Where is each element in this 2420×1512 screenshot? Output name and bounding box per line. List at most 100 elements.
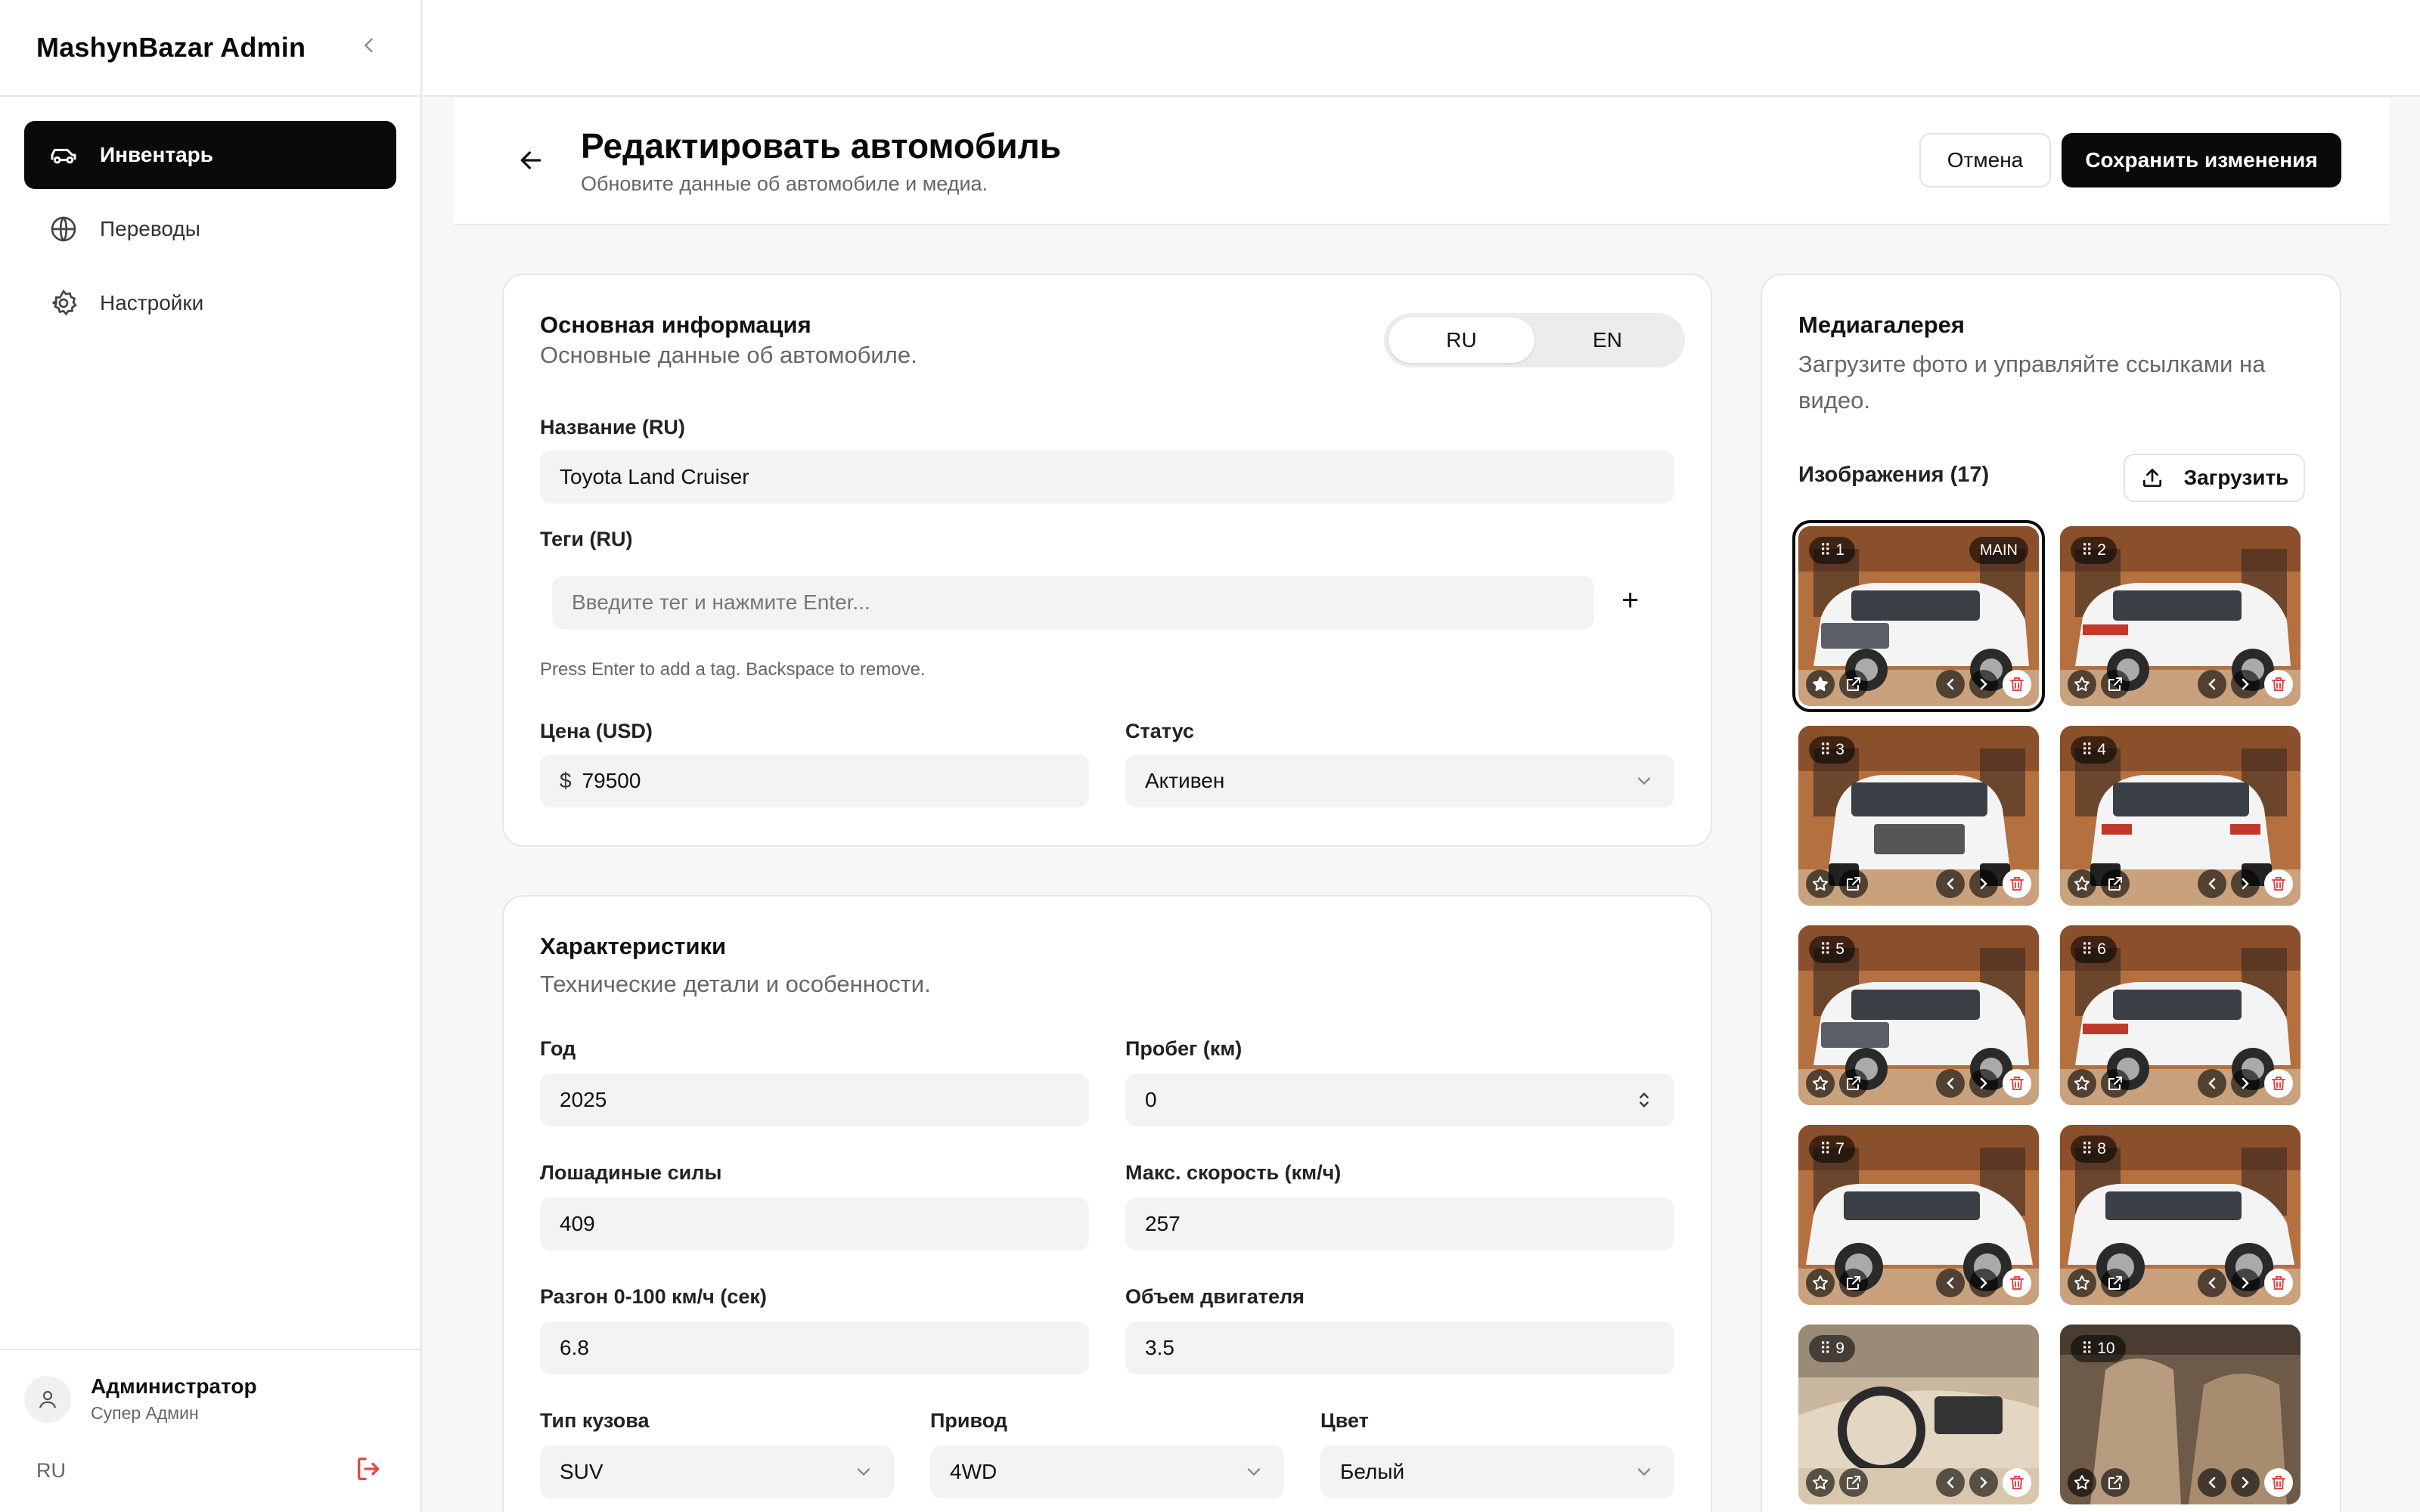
language-switch[interactable]: RU: [36, 1459, 66, 1483]
star-icon[interactable]: [1806, 670, 1835, 699]
star-icon[interactable]: [1806, 1069, 1835, 1098]
delete-icon[interactable]: [2003, 670, 2031, 699]
speed-input[interactable]: 257: [1125, 1198, 1674, 1250]
color-select[interactable]: Белый: [1320, 1445, 1674, 1498]
star-icon[interactable]: [1806, 869, 1835, 898]
delete-icon[interactable]: [2264, 670, 2293, 699]
sidebar-item-inventory[interactable]: Инвентарь: [24, 121, 396, 189]
open-external-icon[interactable]: [1839, 1269, 1868, 1297]
move-right-icon[interactable]: [2231, 1468, 2260, 1497]
gallery-thumbnail[interactable]: ⠿ 8: [2060, 1125, 2301, 1305]
engine-label: Объем двигателя: [1125, 1285, 1305, 1308]
tags-input[interactable]: Введите тег и нажмите Enter...: [552, 576, 1594, 629]
stepper-icon[interactable]: [1634, 1089, 1655, 1111]
delete-icon[interactable]: [2264, 869, 2293, 898]
move-left-icon[interactable]: [1936, 1269, 1965, 1297]
star-icon[interactable]: [2068, 1069, 2096, 1098]
open-external-icon[interactable]: [2101, 869, 2130, 898]
drive-select[interactable]: 4WD: [930, 1445, 1284, 1498]
open-external-icon[interactable]: [2101, 1468, 2130, 1497]
sidebar-item-translations[interactable]: Переводы: [24, 195, 396, 263]
price-input[interactable]: $ 79500: [540, 754, 1089, 807]
cancel-button[interactable]: Отмена: [1919, 133, 2051, 187]
sidebar-header: MashynBazar Admin: [0, 0, 420, 97]
move-left-icon[interactable]: [2198, 1069, 2226, 1098]
move-right-icon[interactable]: [1969, 1269, 1998, 1297]
upload-button[interactable]: Загрузить: [2124, 454, 2305, 502]
move-right-icon[interactable]: [2231, 670, 2260, 699]
star-icon[interactable]: [2068, 1468, 2096, 1497]
status-select[interactable]: Активен: [1125, 754, 1674, 807]
move-right-icon[interactable]: [1969, 1468, 1998, 1497]
gallery-thumbnail[interactable]: ⠿ 1 MAIN: [1792, 520, 2045, 712]
engine-input[interactable]: 3.5: [1125, 1321, 1674, 1374]
star-icon[interactable]: [1806, 1269, 1835, 1297]
lang-option-ru[interactable]: RU: [1388, 318, 1534, 363]
move-left-icon[interactable]: [1936, 670, 1965, 699]
move-left-icon[interactable]: [2198, 869, 2226, 898]
open-external-icon[interactable]: [2101, 1269, 2130, 1297]
drag-handle[interactable]: ⠿ 4: [2071, 736, 2117, 764]
star-icon[interactable]: [2068, 1269, 2096, 1297]
move-left-icon[interactable]: [2198, 1468, 2226, 1497]
gallery-thumbnail[interactable]: ⠿ 4: [2060, 726, 2301, 906]
year-input[interactable]: 2025: [540, 1074, 1089, 1126]
open-external-icon[interactable]: [2101, 670, 2130, 699]
delete-icon[interactable]: [2264, 1269, 2293, 1297]
drag-handle[interactable]: ⠿ 10: [2071, 1335, 2126, 1362]
star-icon[interactable]: [1806, 1468, 1835, 1497]
delete-icon[interactable]: [2264, 1069, 2293, 1098]
move-right-icon[interactable]: [2231, 1269, 2260, 1297]
open-external-icon[interactable]: [1839, 1468, 1868, 1497]
save-button[interactable]: Сохранить изменения: [2062, 133, 2341, 187]
move-left-icon[interactable]: [1936, 869, 1965, 898]
delete-icon[interactable]: [2003, 1468, 2031, 1497]
gallery-thumbnail[interactable]: ⠿ 9: [1798, 1325, 2039, 1504]
add-tag-icon[interactable]: +: [1621, 584, 1639, 618]
delete-icon[interactable]: [2003, 1069, 2031, 1098]
drag-handle[interactable]: ⠿ 9: [1809, 1335, 1855, 1362]
drag-handle[interactable]: ⠿ 2: [2071, 537, 2117, 564]
hp-input[interactable]: 409: [540, 1198, 1089, 1250]
move-right-icon[interactable]: [1969, 670, 1998, 699]
gallery-thumbnail[interactable]: ⠿ 10: [2060, 1325, 2301, 1504]
name-input[interactable]: Toyota Land Cruiser: [540, 451, 1674, 503]
body-type-select[interactable]: SUV: [540, 1445, 894, 1498]
gallery-thumbnail[interactable]: ⠿ 2: [2060, 526, 2301, 706]
move-right-icon[interactable]: [2231, 1069, 2260, 1098]
collapse-sidebar-icon[interactable]: [354, 33, 384, 63]
move-right-icon[interactable]: [1969, 869, 1998, 898]
move-left-icon[interactable]: [1936, 1069, 1965, 1098]
star-icon[interactable]: [2068, 670, 2096, 699]
logout-icon[interactable]: [354, 1454, 384, 1488]
drag-handle[interactable]: ⠿ 1: [1809, 537, 1855, 564]
open-external-icon[interactable]: [2101, 1069, 2130, 1098]
star-icon[interactable]: [2068, 869, 2096, 898]
drag-handle[interactable]: ⠿ 7: [1809, 1136, 1855, 1163]
drag-handle[interactable]: ⠿ 3: [1809, 736, 1855, 764]
back-arrow-icon[interactable]: [516, 145, 546, 175]
move-left-icon[interactable]: [2198, 1269, 2226, 1297]
move-right-icon[interactable]: [2231, 869, 2260, 898]
move-left-icon[interactable]: [1936, 1468, 1965, 1497]
open-external-icon[interactable]: [1839, 1069, 1868, 1098]
delete-icon[interactable]: [2003, 869, 2031, 898]
open-external-icon[interactable]: [1839, 869, 1868, 898]
gallery-thumbnail[interactable]: ⠿ 3: [1798, 726, 2039, 906]
sidebar-item-settings[interactable]: Настройки: [24, 269, 396, 337]
delete-icon[interactable]: [2264, 1468, 2293, 1497]
delete-icon[interactable]: [2003, 1269, 2031, 1297]
drag-handle[interactable]: ⠿ 5: [1809, 936, 1855, 963]
lang-option-en[interactable]: EN: [1534, 318, 1680, 363]
user-info[interactable]: Администратор Супер Админ: [24, 1374, 396, 1424]
gallery-thumbnail[interactable]: ⠿ 5: [1798, 925, 2039, 1105]
move-left-icon[interactable]: [2198, 670, 2226, 699]
drag-handle[interactable]: ⠿ 6: [2071, 936, 2117, 963]
gallery-thumbnail[interactable]: ⠿ 6: [2060, 925, 2301, 1105]
gallery-thumbnail[interactable]: ⠿ 7: [1798, 1125, 2039, 1305]
mileage-input[interactable]: 0: [1125, 1074, 1674, 1126]
accel-input[interactable]: 6.8: [540, 1321, 1089, 1374]
move-right-icon[interactable]: [1969, 1069, 1998, 1098]
open-external-icon[interactable]: [1839, 670, 1868, 699]
drag-handle[interactable]: ⠿ 8: [2071, 1136, 2117, 1163]
